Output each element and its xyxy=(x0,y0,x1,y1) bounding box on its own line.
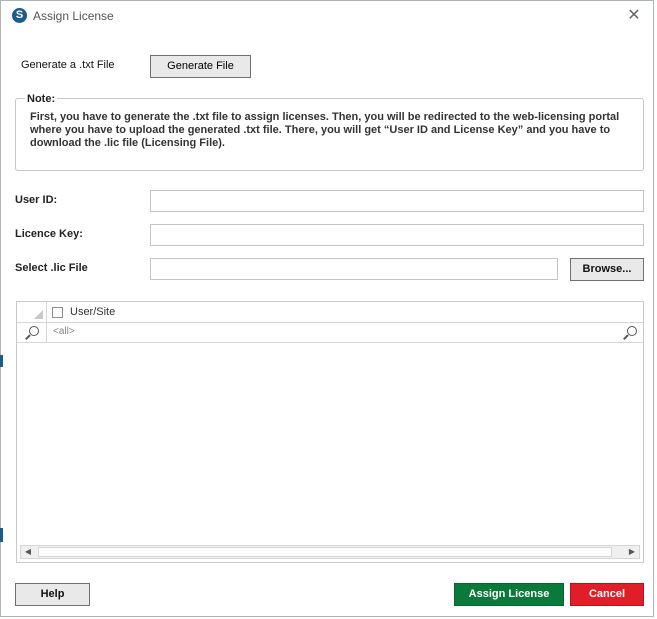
user-id-field[interactable] xyxy=(150,190,644,212)
close-icon[interactable]: ✕ xyxy=(623,5,645,27)
assign-license-dialog: S Assign License ✕ Generate a .txt File … xyxy=(0,0,654,617)
filter-search-icon xyxy=(29,326,39,336)
select-all-checkbox[interactable] xyxy=(52,307,63,318)
user-site-grid: User/Site <all> ◀ ▶ xyxy=(16,301,644,563)
assign-license-button[interactable]: Assign License xyxy=(454,583,564,606)
note-text: First, you have to generate the .txt fil… xyxy=(30,111,620,149)
cancel-button[interactable]: Cancel xyxy=(570,583,644,606)
note-box: Note: First, you have to generate the .t… xyxy=(15,93,644,171)
column-header-user-site[interactable]: User/Site xyxy=(70,306,115,318)
background-window-edge-2 xyxy=(0,528,3,542)
dialog-title: Assign License xyxy=(33,9,114,23)
user-id-label: User ID: xyxy=(15,194,58,206)
scroll-thumb[interactable] xyxy=(38,547,612,557)
note-title: Note: xyxy=(25,93,58,105)
horizontal-scrollbar[interactable]: ◀ ▶ xyxy=(20,545,640,559)
background-window-edge xyxy=(0,355,3,367)
lic-file-field[interactable] xyxy=(150,258,558,280)
corner-triangle-icon xyxy=(34,310,43,319)
filter-value[interactable]: <all> xyxy=(53,326,75,337)
filter-search-right-icon[interactable] xyxy=(627,326,637,336)
licence-key-field[interactable] xyxy=(150,224,644,246)
filter-row-selector xyxy=(17,323,47,342)
browse-button[interactable]: Browse... xyxy=(570,258,644,281)
scroll-right-icon[interactable]: ▶ xyxy=(625,546,639,558)
filter-row[interactable]: <all> xyxy=(17,323,643,343)
generate-txt-label: Generate a .txt File xyxy=(21,59,115,71)
help-button[interactable]: Help xyxy=(15,583,90,606)
grid-header: User/Site xyxy=(17,302,643,323)
title-bar: S Assign License ✕ xyxy=(1,1,653,32)
lic-file-label: Select .lic File xyxy=(15,262,88,274)
app-logo-icon: S xyxy=(12,8,27,23)
scroll-left-icon[interactable]: ◀ xyxy=(21,546,35,558)
generate-file-button[interactable]: Generate File xyxy=(150,55,251,78)
grid-corner-cell[interactable] xyxy=(17,302,47,322)
licence-key-label: Licence Key: xyxy=(15,228,83,240)
